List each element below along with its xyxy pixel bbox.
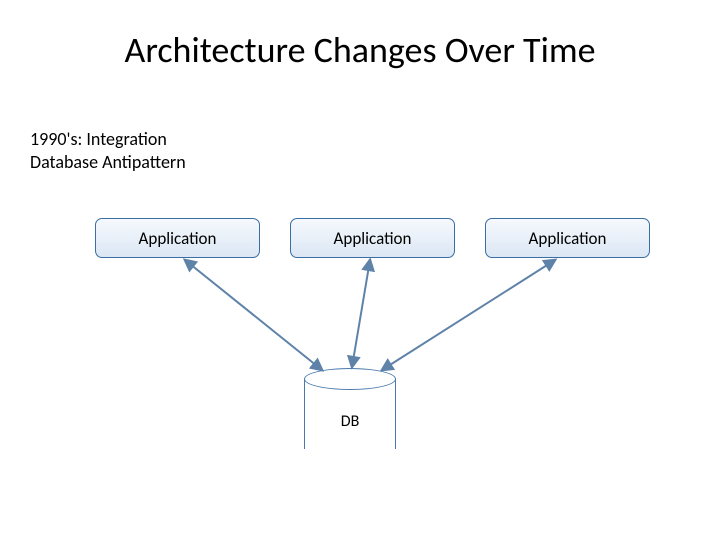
arrow-app3-db — [382, 260, 555, 370]
db-label: DB — [304, 412, 396, 431]
database-cylinder: DB — [304, 368, 396, 460]
application-box-1: Application — [95, 218, 260, 258]
application-box-3: Application — [485, 218, 650, 258]
arrow-app1-db — [185, 260, 322, 370]
db-top-ellipse — [304, 368, 396, 390]
era-subtitle: 1990's: Integration Database Antipattern — [30, 128, 186, 173]
arrow-app2-db — [352, 260, 370, 367]
page-title: Architecture Changes Over Time — [0, 28, 720, 72]
application-box-2: Application — [290, 218, 455, 258]
